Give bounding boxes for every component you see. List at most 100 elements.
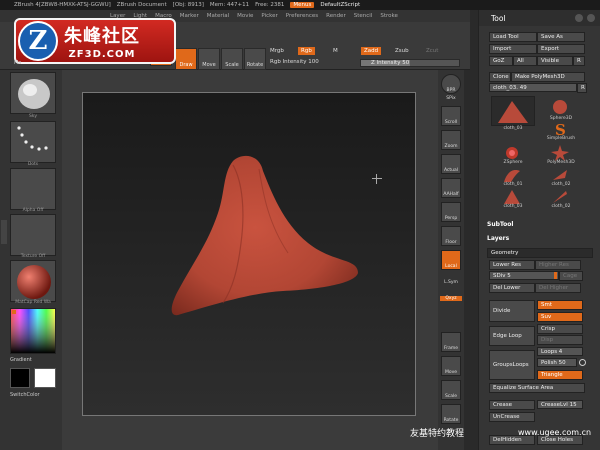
lower-res-button[interactable]: Lower Res — [489, 260, 535, 270]
tool-thumb-cloth03[interactable] — [491, 96, 535, 126]
sphere3d-icon[interactable] — [549, 98, 571, 116]
disp-toggle[interactable]: Disp — [537, 335, 583, 345]
loops-slider[interactable]: Loops 4 — [537, 347, 583, 356]
rotate-view-button[interactable]: Rotate — [441, 404, 461, 424]
rotate-label: Rotate — [246, 62, 264, 68]
all-button[interactable]: All — [513, 56, 537, 66]
brush-caption: Sky — [29, 114, 37, 119]
palette-close-icon[interactable] — [587, 14, 595, 22]
zadd-toggle[interactable]: Zadd — [361, 47, 382, 55]
xyz-button[interactable]: Qxyz — [440, 296, 462, 301]
tool-cap-7: cloth_03 — [503, 204, 523, 209]
del-lower-button[interactable]: Del Lower — [489, 283, 535, 293]
import-button[interactable]: Import — [489, 44, 537, 54]
brush-thumb[interactable] — [10, 72, 56, 114]
geometry-section[interactable]: Geometry — [487, 248, 593, 258]
polish-toggle-icon[interactable] — [579, 359, 586, 366]
secondary-color-swatch[interactable] — [34, 368, 56, 388]
actual-button[interactable]: Actual — [441, 154, 461, 174]
cage-button[interactable]: Cage — [559, 271, 583, 281]
material-thumb[interactable] — [10, 260, 56, 302]
move-view-button[interactable]: Move — [441, 356, 461, 376]
crease-button[interactable]: Crease — [489, 400, 535, 410]
polish-slider[interactable]: Polish 50 — [537, 358, 577, 367]
document-canvas[interactable] — [82, 92, 416, 416]
aahalf-button[interactable]: AAHalf — [441, 178, 461, 198]
script-button[interactable]: DefaultZScript — [320, 2, 360, 8]
bpr-button[interactable]: BPR — [441, 74, 461, 94]
export-button[interactable]: Export — [537, 44, 585, 54]
move-button[interactable]: Move — [198, 48, 220, 70]
tool-cap-5: cloth_01 — [503, 182, 523, 187]
menu-marker[interactable]: Marker — [180, 13, 199, 19]
zsub-toggle[interactable]: Zsub — [395, 48, 409, 54]
load-tool-button[interactable]: Load Tool — [489, 32, 537, 42]
local-label: Local — [445, 264, 457, 269]
tool-palette-header[interactable]: Tool — [479, 10, 600, 26]
layers-section[interactable]: Layers — [487, 235, 509, 242]
obj-count: [Obj: 8913] — [172, 2, 204, 8]
suv-toggle[interactable]: Suv — [537, 312, 583, 322]
texture-thumb[interactable] — [10, 214, 56, 256]
higher-res-button[interactable]: Higher Res — [535, 260, 581, 270]
scroll-label: Scroll — [444, 120, 458, 125]
edge-loop-button[interactable]: Edge Loop — [489, 326, 535, 346]
crisp-toggle[interactable]: Crisp — [537, 324, 583, 334]
menu-render[interactable]: Render — [326, 13, 346, 19]
make-polymesh-button[interactable]: Make PolyMesh3D — [511, 72, 585, 82]
rgb-intensity-slider[interactable]: Rgb Intensity 100 — [270, 59, 319, 65]
menu-material[interactable]: Material — [207, 13, 229, 19]
mrgb-toggle[interactable]: Mrgb — [270, 48, 284, 54]
menu-picker[interactable]: Picker — [261, 13, 277, 19]
menus-button[interactable]: Menus — [290, 2, 315, 8]
zcut-toggle[interactable]: Zcut — [426, 48, 438, 54]
r-button[interactable]: R — [573, 56, 585, 66]
menu-stroke[interactable]: Stroke — [380, 13, 398, 19]
del-higher-button[interactable]: Del Higher — [535, 283, 581, 293]
goz-button[interactable]: GoZ — [489, 56, 513, 66]
tool-r-button[interactable]: R — [577, 83, 587, 93]
current-tool-slider[interactable]: cloth_03. 49 — [489, 83, 577, 92]
equalize-surface-button[interactable]: Equalize Surface Area — [489, 383, 585, 393]
subtool-section[interactable]: SubTool — [487, 221, 513, 228]
primary-color-swatch[interactable] — [10, 368, 30, 388]
smt-toggle[interactable]: Smt — [537, 300, 583, 310]
menu-stencil[interactable]: Stencil — [354, 13, 373, 19]
clone-button[interactable]: Clone — [489, 72, 511, 82]
floor-button[interactable]: Floor — [441, 226, 461, 246]
triangle-toggle[interactable]: Triangle — [537, 370, 583, 380]
groups-loops-button[interactable]: GroupsLoops — [489, 350, 535, 380]
palette-pin-icon[interactable] — [575, 14, 583, 22]
menu-preferences[interactable]: Preferences — [286, 13, 318, 19]
scale-view-button[interactable]: Scale — [441, 380, 461, 400]
rotate-button[interactable]: Rotate — [244, 48, 266, 70]
lsym-button[interactable]: L.Sym — [440, 280, 462, 285]
persp-button[interactable]: Persp — [441, 202, 461, 222]
z-intensity-slider[interactable]: Z Intensity 50 — [360, 59, 460, 67]
m-toggle[interactable]: M — [333, 48, 338, 54]
gradient-label[interactable]: Gradient — [10, 357, 56, 363]
app-title: ZBrush 4[ZBW8-HMXK-ATSJ-GGWU] — [14, 2, 111, 8]
scroll-button[interactable]: Scroll — [441, 106, 461, 126]
visible-button[interactable]: Visible — [537, 56, 573, 66]
rgb-toggle[interactable]: Rgb — [298, 47, 315, 55]
color-picker[interactable] — [10, 308, 56, 354]
crease-lvl-slider[interactable]: CreaseLvl 15 — [537, 400, 583, 409]
scale-button[interactable]: Scale — [221, 48, 243, 70]
zoom-button[interactable]: Zoom — [441, 130, 461, 150]
alpha-thumb[interactable] — [10, 168, 56, 210]
menu-movie[interactable]: Movie — [237, 13, 253, 19]
divide-button[interactable]: Divide — [489, 300, 535, 322]
save-as-button[interactable]: Save As — [537, 32, 585, 42]
left-collapse-handle[interactable] — [1, 220, 7, 244]
tool-palette: Tool Load Tool Save As Import Export GoZ… — [478, 10, 600, 450]
local-button[interactable]: Local — [441, 250, 461, 270]
draw-button[interactable]: Draw — [175, 48, 197, 70]
switchcolor-label[interactable]: SwitchColor — [10, 392, 56, 398]
frame-button[interactable]: Frame — [441, 332, 461, 352]
spix-slider[interactable]: SPix — [440, 96, 462, 101]
stroke-thumb[interactable] — [10, 121, 56, 163]
sdiv-slider[interactable]: SDiv 5 — [489, 271, 559, 280]
alpha-caption: Alpha Off — [22, 208, 44, 213]
uncrease-button[interactable]: UnCrease — [489, 412, 535, 422]
